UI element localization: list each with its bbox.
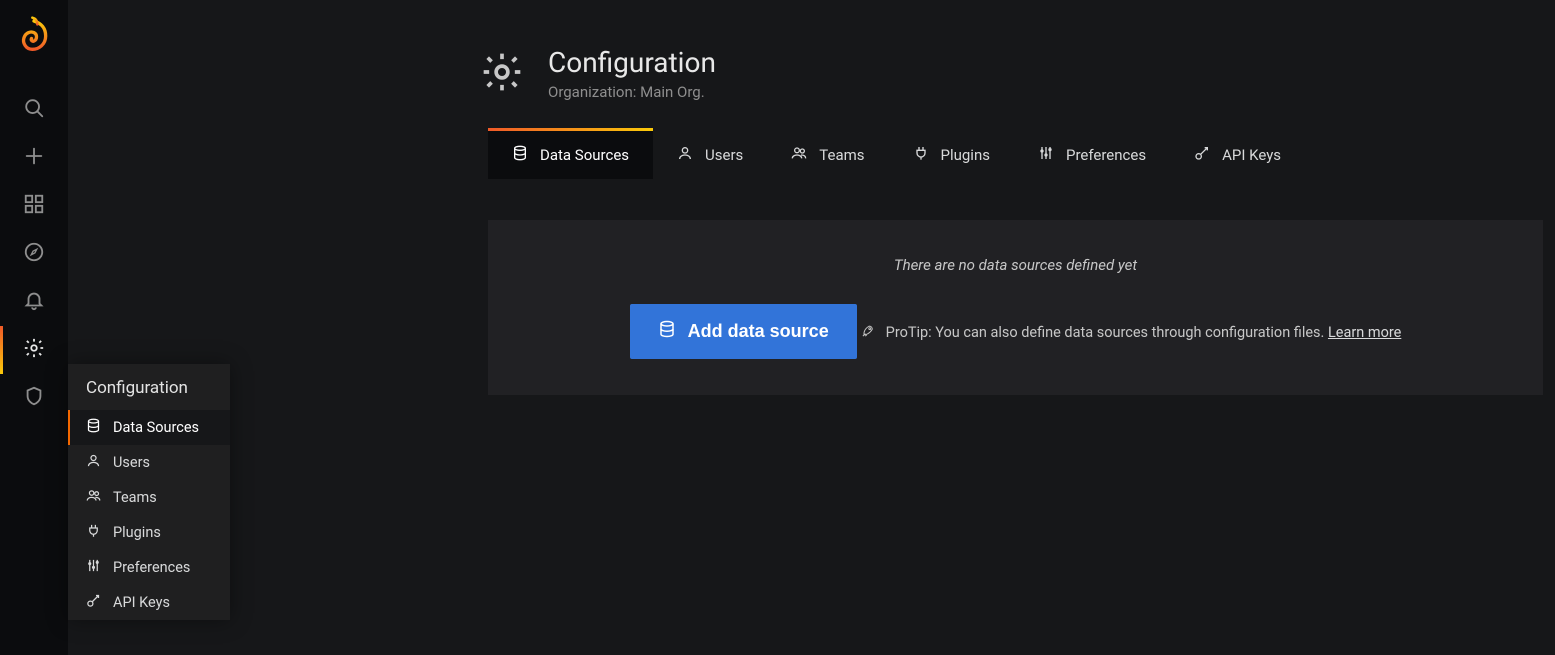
flyout-item-label: Plugins (113, 524, 161, 541)
add-data-source-button[interactable]: Add data source (630, 304, 857, 359)
gear-icon (480, 50, 524, 98)
users-icon (791, 145, 807, 165)
tab-label: Users (705, 146, 743, 164)
nav-server-admin[interactable] (0, 374, 68, 422)
empty-state-message: There are no data sources defined yet (508, 256, 1523, 274)
flyout-item-label: Preferences (113, 559, 190, 576)
flyout-item-plugins[interactable]: Plugins (68, 515, 230, 550)
tab-preferences[interactable]: Preferences (1014, 131, 1170, 179)
grafana-logo[interactable] (14, 16, 54, 56)
flyout-item-label: API Keys (113, 594, 170, 611)
search-icon (23, 97, 45, 123)
main-content: Configuration Organization: Main Org. Da… (68, 0, 1555, 655)
database-icon (512, 145, 528, 165)
nav-alerting[interactable] (0, 278, 68, 326)
page-title: Configuration (548, 48, 716, 79)
flyout-header: Configuration (68, 364, 230, 410)
tab-label: Preferences (1066, 146, 1146, 164)
tab-label: API Keys (1222, 146, 1281, 164)
empty-state-card: There are no data sources defined yet Ad… (488, 220, 1543, 395)
flyout-item-label: Data Sources (113, 419, 199, 436)
database-icon (86, 418, 101, 437)
flyout-item-users[interactable]: Users (68, 445, 230, 480)
nav-dashboards[interactable] (0, 182, 68, 230)
database-icon (658, 320, 676, 343)
key-icon (86, 593, 101, 612)
tab-data-sources[interactable]: Data Sources (488, 131, 653, 179)
nav-configuration[interactable] (0, 326, 68, 374)
plug-icon (913, 145, 929, 165)
tab-users[interactable]: Users (653, 131, 767, 179)
tab-label: Teams (819, 146, 864, 164)
tab-teams[interactable]: Teams (767, 131, 888, 179)
plug-icon (86, 523, 101, 542)
flyout-item-teams[interactable]: Teams (68, 480, 230, 515)
sliders-icon (1038, 145, 1054, 165)
page-subtitle: Organization: Main Org. (548, 83, 716, 101)
tab-label: Data Sources (540, 146, 629, 164)
flyout-item-preferences[interactable]: Preferences (68, 550, 230, 585)
page-header: Configuration Organization: Main Org. (480, 48, 1543, 101)
protip-learn-more-link[interactable]: Learn more (1328, 324, 1401, 341)
flyout-item-api-keys[interactable]: API Keys (68, 585, 230, 620)
sliders-icon (86, 558, 101, 577)
gear-icon (23, 337, 45, 363)
nav-explore[interactable] (0, 230, 68, 278)
tab-api-keys[interactable]: API Keys (1170, 131, 1305, 179)
configuration-flyout: Configuration Data Sources Users Teams P… (68, 364, 230, 620)
user-icon (677, 145, 693, 165)
protip: ProTip: You can also define data sources… (861, 323, 1402, 342)
nav-search[interactable] (0, 86, 68, 134)
flyout-item-label: Users (113, 454, 150, 471)
shield-icon (23, 385, 45, 411)
protip-text: ProTip: You can also define data sources… (886, 324, 1328, 341)
flyout-item-label: Teams (113, 489, 157, 506)
compass-icon (23, 241, 45, 267)
dashboard-icon (23, 193, 45, 219)
side-nav: Configuration Data Sources Users Teams P… (0, 0, 68, 655)
bell-icon (23, 289, 45, 315)
rocket-icon (861, 323, 876, 342)
config-tabs: Data Sources Users Teams Plugins Prefere… (488, 131, 1543, 180)
plus-icon (23, 145, 45, 171)
button-label: Add data source (688, 321, 829, 342)
user-icon (86, 453, 101, 472)
nav-create[interactable] (0, 134, 68, 182)
flyout-item-data-sources[interactable]: Data Sources (68, 410, 230, 445)
key-icon (1194, 145, 1210, 165)
tab-plugins[interactable]: Plugins (889, 131, 1014, 179)
tab-label: Plugins (941, 146, 990, 164)
users-icon (86, 488, 101, 507)
